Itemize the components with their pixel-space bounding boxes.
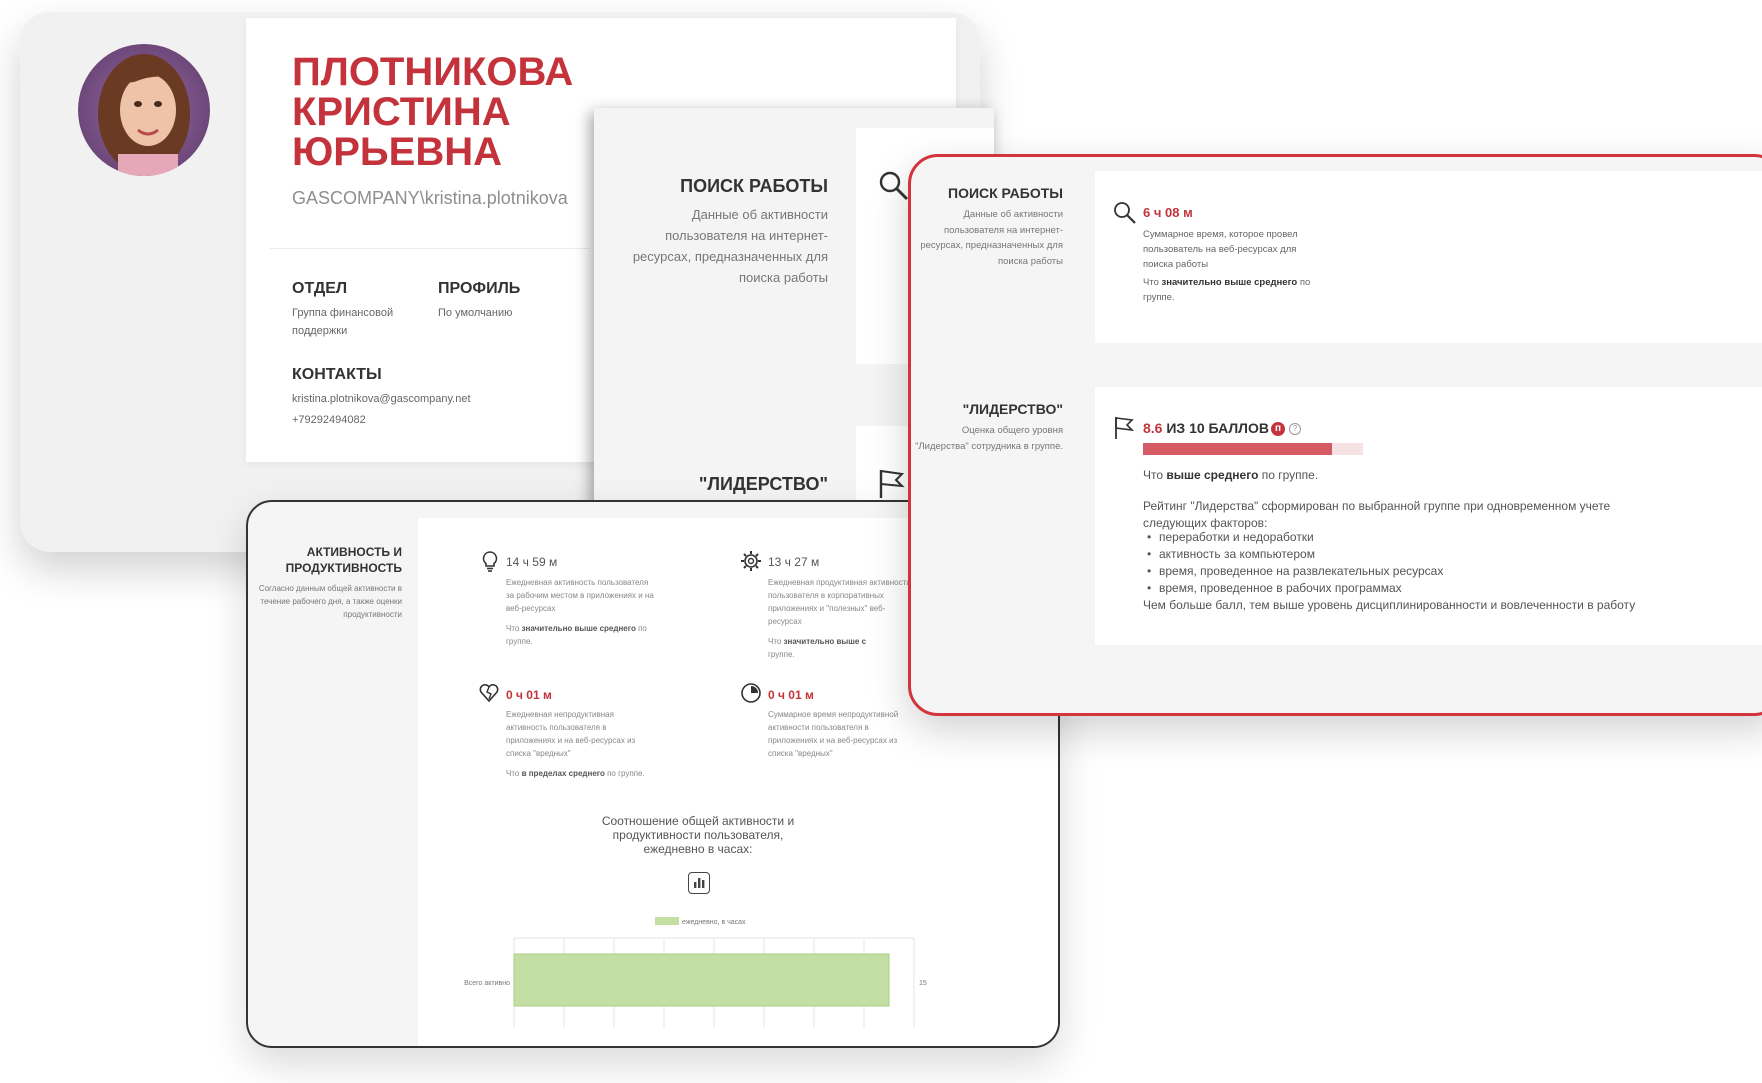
lightbulb-icon [480, 550, 500, 572]
progress-fill [1143, 443, 1333, 455]
factor-item: время, проведенное в рабочих программах [1147, 580, 1443, 597]
factor-item: время, проведенное на развлекательных ре… [1147, 563, 1443, 580]
leadership-score: 8.6 ИЗ 10 БАЛЛОВ [1143, 420, 1269, 436]
metric-unproductive-value: 0 ч 01 м [506, 688, 552, 702]
red-leadership-desc: Оценка общего уровня "Лидерства" сотрудн… [915, 425, 1063, 452]
flag-icon [1113, 415, 1135, 441]
profile-title: ПРОФИЛЬ [438, 280, 521, 297]
data-label: 15 [919, 980, 927, 987]
email-link[interactable]: kristina.plotnikova@gascompany.net [292, 390, 471, 408]
department-value: Группа финансовой поддержки [292, 307, 394, 337]
category-label: Всего активно [464, 980, 510, 987]
red-job-value: 6 ч 08 м [1143, 205, 1193, 220]
chart-svg: ежедневно, в часах Всего активно 15 [464, 917, 927, 1028]
bar-total-active[interactable] [513, 953, 890, 1007]
job-search-desc: Данные об активности пользователя на инт… [632, 207, 828, 285]
metric-unproductive-compare: Что в пределах среднего по группе. [506, 769, 645, 778]
help-icon[interactable]: ? [1289, 423, 1301, 435]
metric-active-desc: Ежедневная активность пользователя за ра… [506, 578, 654, 613]
legend-label: ежедневно, в часах [682, 919, 746, 926]
red-job-detail: Суммарное время, которое провел пользова… [1143, 229, 1298, 270]
job-search-title: ПОИСК РАБОТЫ [680, 176, 828, 196]
gear-icon [740, 550, 762, 572]
leadership-rating-text: Рейтинг "Лидерства" сформирован по выбра… [1143, 499, 1611, 530]
metric-productive-compare: Что значительно выше с группе. [768, 637, 867, 659]
divider [270, 248, 590, 249]
avatar [78, 44, 210, 176]
metric-unproductive-total-desc: Суммарное время непродуктивной активност… [768, 710, 899, 758]
search-icon [878, 170, 910, 202]
bar-chart-icon[interactable] [688, 872, 710, 894]
info-badge[interactable]: п [1271, 422, 1285, 436]
score-suffix: ИЗ 10 БАЛЛОВ [1166, 420, 1270, 436]
leadership-title-back: "ЛИДЕРСТВО" [698, 474, 828, 494]
search-icon [1113, 201, 1137, 225]
leadership-compare: Что выше среднего по группе. [1143, 468, 1319, 482]
metric-unproductive-total-value: 0 ч 01 м [768, 688, 814, 702]
red-job-title: ПОИСК РАБОТЫ [948, 185, 1063, 201]
leadership-card: ПОИСК РАБОТЫ Данные об активности пользо… [908, 154, 1762, 716]
productivity-title: АКТИВНОСТЬ И ПРОДУКТИВНОСТЬ [285, 545, 402, 575]
leadership-progress [1143, 443, 1363, 455]
red-job-desc: Данные об активности пользователя на инт… [920, 209, 1063, 267]
leadership-note: Чем больше балл, тем выше уровень дисцип… [1143, 598, 1636, 612]
clock-icon [740, 682, 762, 704]
score-value: 8.6 [1143, 420, 1163, 436]
contacts-title: КОНТАКТЫ [292, 366, 382, 383]
legend-swatch [655, 917, 679, 925]
chart-bars [513, 953, 890, 1007]
factors-list: переработки и недоработки активность за … [1143, 529, 1443, 597]
metric-productive-desc: Ежедневная продуктивная активность польз… [768, 578, 911, 626]
metric-unproductive-desc: Ежедневная непродуктивная активность пол… [506, 710, 636, 758]
factor-item: переработки и недоработки [1147, 529, 1443, 546]
broken-heart-icon [478, 682, 500, 704]
factor-item: активность за компьютером [1147, 546, 1443, 563]
phone: +79292494082 [292, 414, 366, 426]
profile-value: По умолчанию [438, 307, 513, 319]
metric-active-value: 14 ч 59 м [506, 555, 558, 569]
metric-active-compare: Что значительно выше среднего по группе. [506, 624, 647, 646]
chart-title: Соотношение общей активности и продуктив… [601, 814, 795, 856]
login: GASCOMPANY\kristina.plotnikova [292, 188, 568, 208]
department-title: ОТДЕЛ [292, 280, 348, 297]
metric-productive-value: 13 ч 27 м [768, 555, 820, 569]
activity-chart: ежедневно, в часах Всего активно 15 [418, 908, 1058, 1028]
red-job-compare: Что значительно выше среднего по группе. [1143, 277, 1311, 303]
productivity-desc: Согласно данным общей активности в течен… [258, 584, 402, 619]
flag-icon [878, 468, 906, 500]
last-name: ПЛОТНИКОВА [292, 50, 574, 94]
red-job-panel: 6 ч 08 м Суммарное время, которое провел… [1095, 171, 1762, 343]
red-leadership-title: "ЛИДЕРСТВО" [962, 401, 1063, 417]
red-leadership-panel: 8.6 ИЗ 10 БАЛЛОВ п ? Что выше среднего п… [1095, 387, 1762, 645]
